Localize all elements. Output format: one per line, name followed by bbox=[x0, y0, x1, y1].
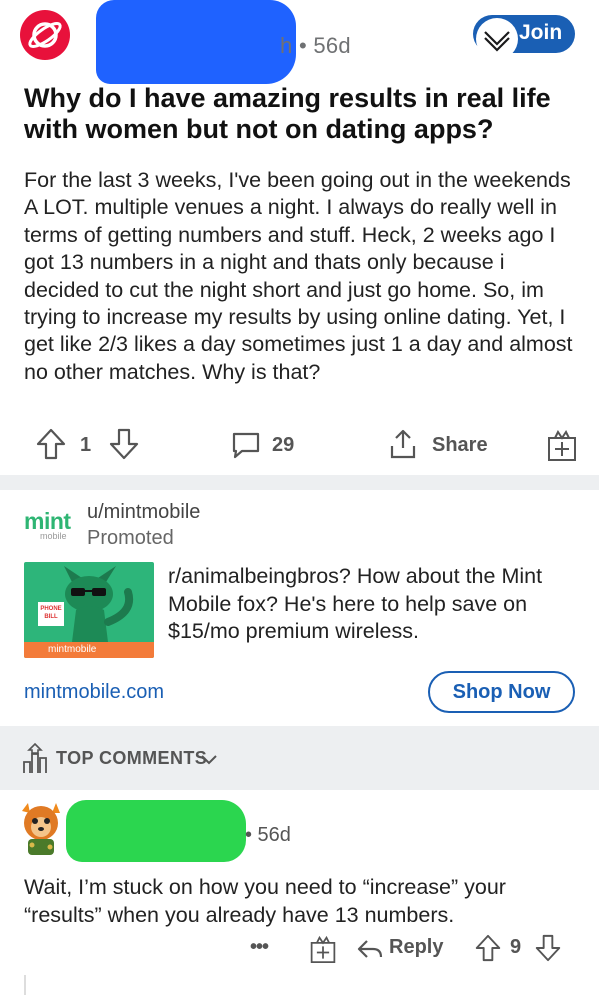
shop-now-button[interactable]: Shop Now bbox=[428, 671, 575, 713]
post-title[interactable]: Why do I have amazing results in real li… bbox=[24, 83, 584, 145]
upvote-button[interactable] bbox=[36, 428, 66, 465]
chevron-down-icon bbox=[201, 755, 217, 765]
post-vote-count: 1 bbox=[80, 434, 92, 456]
comments-button[interactable] bbox=[230, 429, 262, 466]
share-icon bbox=[390, 429, 416, 459]
mint-logo-sub: mobile bbox=[40, 531, 67, 541]
redacted-commenter-scribble bbox=[66, 800, 246, 862]
comment-bubble-icon bbox=[232, 432, 260, 459]
ad-image-brand: mintmobile bbox=[24, 642, 154, 658]
post-meta-time: h • 56d bbox=[280, 33, 351, 58]
promoted-label: Promoted bbox=[87, 527, 174, 549]
fox-mascot-icon bbox=[38, 566, 133, 642]
avatar-icon bbox=[22, 803, 60, 855]
top-comments-sort-icon bbox=[23, 742, 47, 773]
award-button[interactable] bbox=[546, 428, 578, 467]
comment-body: Wait, I’m stuck on how you need to “incr… bbox=[24, 875, 506, 927]
award-gift-icon bbox=[548, 430, 576, 461]
top-comments-label: TOP COMMENTS bbox=[56, 748, 208, 768]
chevron-down-icon bbox=[484, 31, 510, 52]
post-body: For the last 3 weeks, I've been going ou… bbox=[24, 168, 573, 384]
comment-actions: ••• Reply 9 bbox=[0, 932, 599, 968]
reply-button[interactable]: Reply bbox=[357, 934, 447, 964]
ad-image-sign: PHONE BILL bbox=[40, 606, 62, 620]
upvote-icon bbox=[36, 428, 66, 460]
thread-line bbox=[24, 975, 26, 995]
downvote-button[interactable] bbox=[109, 428, 139, 465]
section-divider bbox=[0, 475, 599, 490]
ad-username[interactable]: u/mintmobile bbox=[87, 501, 200, 524]
upvote-icon[interactable] bbox=[475, 934, 501, 962]
comment-meta-time: • 56d bbox=[245, 824, 291, 846]
award-gift-icon[interactable] bbox=[309, 934, 337, 964]
reddit-planet-icon bbox=[28, 22, 62, 48]
commenter-avatar[interactable] bbox=[16, 801, 66, 857]
ad-image[interactable]: PHONE BILL mintmobile bbox=[24, 562, 154, 658]
reply-arrow-icon bbox=[357, 940, 383, 958]
top-comments-sort-button[interactable]: TOP COMMENTS bbox=[20, 742, 230, 776]
subreddit-avatar[interactable] bbox=[20, 10, 70, 60]
share-label: Share bbox=[432, 434, 488, 456]
comment-vote-count: 9 bbox=[510, 936, 522, 958]
join-label: Join bbox=[519, 21, 563, 44]
share-button[interactable]: Share bbox=[388, 428, 498, 462]
downvote-icon bbox=[109, 428, 139, 460]
comment-count: 29 bbox=[272, 434, 295, 456]
reply-label: Reply bbox=[389, 936, 444, 958]
ad-text[interactable]: r/animalbeingbros? How about the Mint Mo… bbox=[168, 563, 578, 646]
ad-link[interactable]: mintmobile.com bbox=[24, 681, 164, 704]
more-options-button[interactable]: ••• bbox=[250, 936, 269, 959]
redacted-username-scribble bbox=[96, 0, 296, 84]
downvote-icon[interactable] bbox=[535, 934, 561, 962]
join-dropdown-toggle[interactable] bbox=[476, 18, 518, 60]
